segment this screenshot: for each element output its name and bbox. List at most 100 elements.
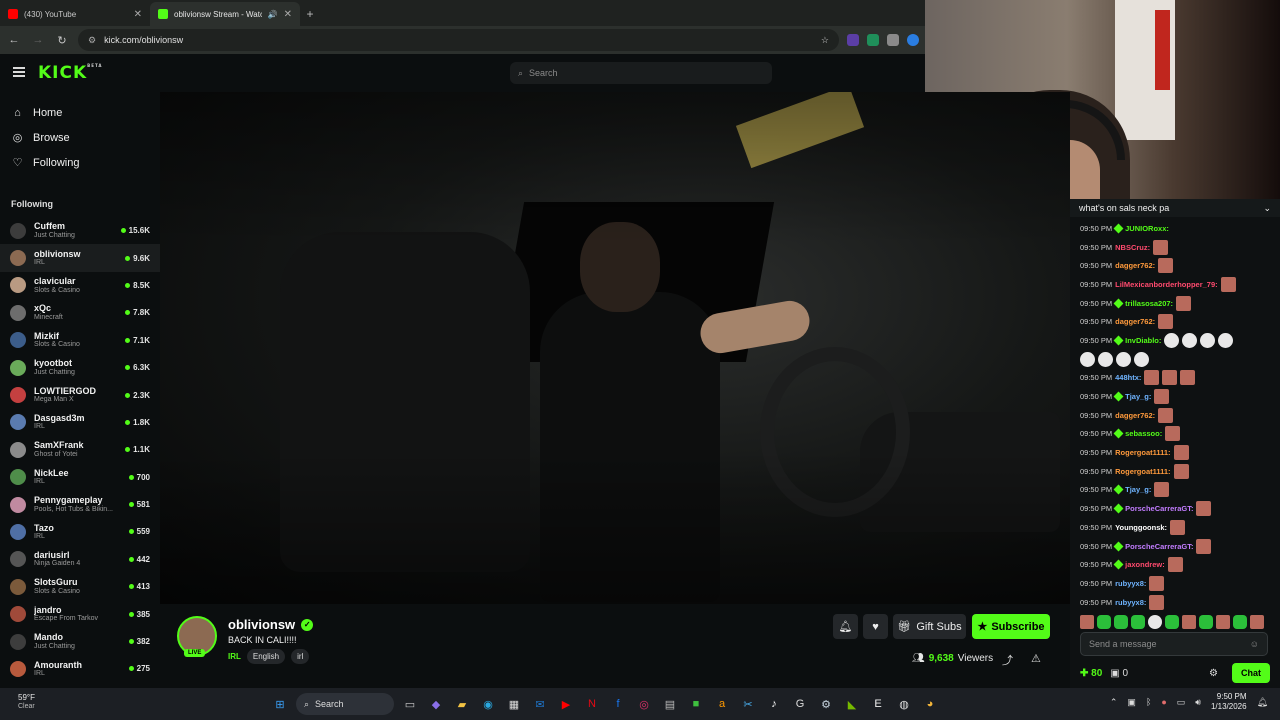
- kick-logo[interactable]: KICKBETA: [38, 63, 102, 83]
- youtube-icon[interactable]: ▶: [556, 694, 576, 714]
- subscribe-button[interactable]: ★ Subscribe: [972, 614, 1050, 639]
- emote-icon[interactable]: [1165, 615, 1179, 629]
- chat-username[interactable]: dagger762:: [1115, 317, 1155, 326]
- chevron-down-icon[interactable]: ⌄: [1263, 203, 1271, 214]
- chat-username[interactable]: trillasosa207:: [1125, 299, 1173, 308]
- following-channel-item[interactable]: Amouranth IRL 275: [0, 655, 160, 682]
- category-link[interactable]: IRL: [228, 652, 241, 661]
- streamer-name[interactable]: oblivionsw ✓: [228, 617, 314, 632]
- tab-youtube[interactable]: (430) YouTube ✕: [0, 2, 150, 26]
- bluetooth-icon[interactable]: ᛒ: [1146, 697, 1151, 707]
- url-field[interactable]: ⚙ kick.com/oblivionsw ☆: [78, 29, 839, 51]
- gift-subs-button[interactable]: 🎁︎ Gift Subs: [893, 614, 966, 639]
- epic-games-icon[interactable]: E: [868, 694, 888, 714]
- volume-icon[interactable]: 🔊︎: [1195, 697, 1201, 708]
- facebook-icon[interactable]: f: [608, 694, 628, 714]
- chat-username[interactable]: NBSCruz:: [1115, 243, 1150, 252]
- instagram-icon[interactable]: ◎: [634, 694, 654, 714]
- weather-widget[interactable]: 59°F Clear: [18, 693, 35, 710]
- video-player[interactable]: [160, 92, 1070, 604]
- chrome-icon[interactable]: ◕: [920, 694, 940, 714]
- search-input[interactable]: ⌕ Search: [510, 62, 772, 84]
- following-channel-item[interactable]: clavicular Slots & Casino 8.5K: [0, 272, 160, 299]
- audio-icon[interactable]: 🔊: [268, 10, 278, 19]
- emote-icon[interactable]: [1131, 615, 1145, 629]
- chat-username[interactable]: dagger762:: [1115, 261, 1155, 270]
- notification-bell-icon[interactable]: 🔔︎: [1257, 697, 1268, 708]
- tray-app-icon[interactable]: ▣: [1127, 697, 1136, 708]
- nav-home[interactable]: ⌂ Home: [0, 100, 160, 125]
- emote-icon[interactable]: [1233, 615, 1247, 629]
- tag-english[interactable]: English: [246, 649, 286, 664]
- tiktok-icon[interactable]: ♪: [764, 694, 784, 714]
- chat-username[interactable]: JUNIORoxx:: [1125, 224, 1169, 233]
- chat-username[interactable]: LilMexicanborderhopper_79:: [1115, 280, 1218, 289]
- chat-username[interactable]: Rogergoat1111:: [1115, 448, 1170, 457]
- reload-icon[interactable]: ↻: [54, 32, 70, 48]
- chat-input[interactable]: Send a message ☺: [1080, 632, 1268, 656]
- copilot-icon[interactable]: ◆: [426, 694, 446, 714]
- mic-icon[interactable]: ●: [1161, 697, 1166, 707]
- chat-username[interactable]: dagger762:: [1115, 411, 1155, 420]
- green-app-icon[interactable]: ■: [686, 694, 706, 714]
- following-channel-item[interactable]: LOWTIERGOD Mega Man X 2.3K: [0, 381, 160, 408]
- emote-icon[interactable]: [1199, 615, 1213, 629]
- following-channel-item[interactable]: Cuffem Just Chatting 15.6K: [0, 217, 160, 244]
- extension-s-icon[interactable]: [907, 34, 919, 46]
- extension-ten-icon[interactable]: [867, 34, 879, 46]
- share-icon[interactable]: ⤴: [1002, 652, 1013, 668]
- channel-points[interactable]: ✚ 80: [1080, 668, 1102, 679]
- new-tab-button[interactable]: +: [300, 2, 320, 26]
- extension-k-icon[interactable]: [847, 34, 859, 46]
- following-channel-item[interactable]: Mizkif Slots & Casino 7.1K: [0, 327, 160, 354]
- windows-start-icon[interactable]: ⊞: [270, 694, 290, 714]
- emote-icon[interactable]: [1216, 615, 1230, 629]
- follow-button[interactable]: ♥: [863, 614, 888, 639]
- emote-icon[interactable]: [1182, 615, 1196, 629]
- clock[interactable]: 9:50 PM 1/13/2026: [1211, 692, 1247, 712]
- file-explorer-icon[interactable]: ▰: [452, 694, 472, 714]
- following-channel-item[interactable]: dariusirl Ninja Gaiden 4 442: [0, 546, 160, 573]
- emote-icon[interactable]: [1080, 615, 1094, 629]
- nvidia-icon[interactable]: ◣: [842, 694, 862, 714]
- obs-icon[interactable]: ◍: [894, 694, 914, 714]
- g-app-icon[interactable]: G: [790, 694, 810, 714]
- chat-username[interactable]: Tjay_g:: [1125, 485, 1151, 494]
- chat-username[interactable]: 448htx:: [1115, 373, 1141, 382]
- chat-username[interactable]: jaxondrew:: [1125, 560, 1165, 569]
- chat-username[interactable]: sebassoo:: [1125, 429, 1162, 438]
- chat-username[interactable]: Rogergoat1111:: [1115, 467, 1170, 476]
- following-channel-item[interactable]: Pennygameplay Pools, Hot Tubs & Bikin... 5…: [0, 491, 160, 518]
- following-channel-item[interactable]: Dasgasd3m IRL 1.8K: [0, 409, 160, 436]
- following-channel-item[interactable]: Mando Just Chatting 382: [0, 628, 160, 655]
- following-channel-item[interactable]: SlotsGuru Slots & Casino 413: [0, 573, 160, 600]
- network-icon[interactable]: ▭: [1177, 697, 1186, 708]
- amazon-icon[interactable]: a: [712, 694, 732, 714]
- chat-username[interactable]: rubyyx8:: [1115, 598, 1146, 607]
- emote-icon[interactable]: [1250, 615, 1264, 629]
- settings-gear-icon[interactable]: ⚙: [1209, 668, 1218, 679]
- menu-icon[interactable]: [13, 67, 25, 77]
- bookmark-star-icon[interactable]: ☆: [821, 35, 829, 46]
- chat-username[interactable]: Tjay_g:: [1125, 392, 1151, 401]
- following-channel-item[interactable]: NickLee IRL 700: [0, 464, 160, 491]
- notification-bell-button[interactable]: 🔔︎: [833, 614, 858, 639]
- tray-expand-icon[interactable]: ⌃: [1110, 697, 1118, 708]
- outlook-icon[interactable]: ✉: [530, 694, 550, 714]
- chat-username[interactable]: Younggoonsk:: [1115, 523, 1167, 532]
- tag-irl[interactable]: irl: [291, 649, 310, 664]
- steam-icon[interactable]: ⚙: [816, 694, 836, 714]
- emote-icon[interactable]: [1097, 615, 1111, 629]
- emote-icon[interactable]: [1114, 615, 1128, 629]
- nav-following[interactable]: ♡ Following: [0, 150, 160, 175]
- forward-icon[interactable]: →: [30, 32, 46, 48]
- netflix-icon[interactable]: N: [582, 694, 602, 714]
- extension-n-icon[interactable]: [887, 34, 899, 46]
- emoji-icon[interactable]: ☺: [1250, 639, 1259, 649]
- tab-kick[interactable]: oblivionsw Stream - Watch 🔊 ✕: [150, 2, 300, 26]
- following-channel-item[interactable]: kyootbot Just Chatting 6.3K: [0, 354, 160, 381]
- chat-username[interactable]: InvDiablo:: [1125, 336, 1161, 345]
- following-channel-item[interactable]: xQc Minecraft 7.8K: [0, 299, 160, 326]
- snipping-tool-icon[interactable]: ✂: [738, 694, 758, 714]
- store-icon[interactable]: ▦: [504, 694, 524, 714]
